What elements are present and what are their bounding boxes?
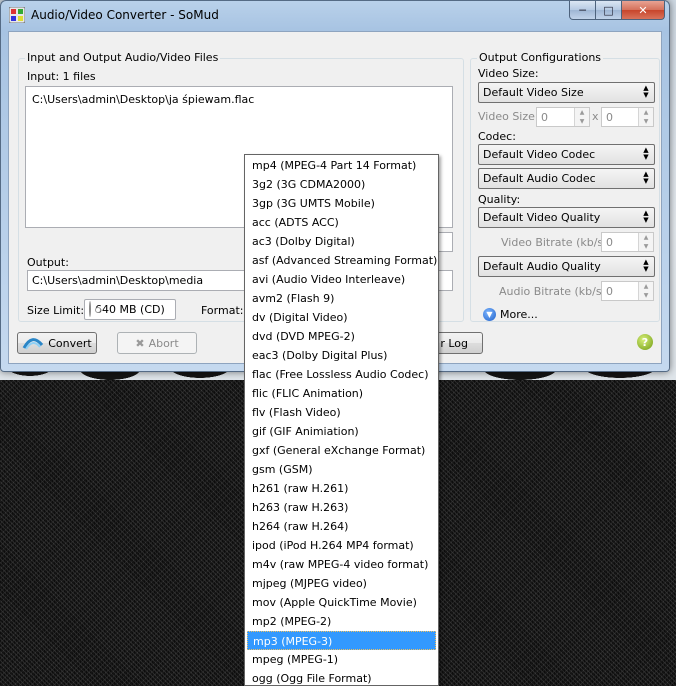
video-quality-select[interactable]: Default Video Quality ▲ ▼ [478,207,655,228]
format-option[interactable]: dvd (DVD MPEG-2) [247,327,436,346]
format-option[interactable]: mpeg (MPEG-1) [247,650,436,669]
help-label: ? [641,335,649,349]
format-option[interactable]: flic (FLIC Animation) [247,384,436,403]
maximize-button[interactable]: □ [596,1,622,20]
format-option[interactable]: ac3 (Dolby Digital) [247,232,436,251]
minimize-icon: ─ [579,3,586,17]
video-bitrate-value: 0 [606,236,613,249]
format-option[interactable]: eac3 (Dolby Digital Plus) [247,346,436,365]
video-codec-value: Default Video Codec [483,148,596,161]
format-option[interactable]: avi (Audio Video Interleave) [247,270,436,289]
output-config-label: Output Configurations [477,51,604,64]
audio-codec-select[interactable]: Default Audio Codec ▲ ▼ [478,168,655,189]
video-size-select[interactable]: Default Video Size ▲ ▼ [478,82,655,103]
audio-bitrate-label: Audio Bitrate (kb/s): [499,285,610,298]
spin-arrows-icon[interactable]: ▲ ▼ [638,233,653,251]
convert-label: Convert [48,336,92,350]
audio-codec-value: Default Audio Codec [483,172,596,185]
audio-bitrate-value: 0 [606,285,613,298]
close-icon: ✕ [638,3,648,17]
more-link[interactable]: ▼ More... [483,308,538,321]
output-label: Output: [27,256,69,269]
convert-button[interactable]: Convert [17,332,97,354]
format-option[interactable]: mp2 (MPEG-2) [247,612,436,631]
convert-icon [22,338,44,350]
video-size-sub-label: Video Size: [478,110,539,123]
video-size-value: Default Video Size [483,86,584,99]
expand-down-icon: ▼ [483,308,496,321]
updown-arrow-icon: ▲ ▼ [643,146,649,161]
format-option[interactable]: acc (ADTS ACC) [247,213,436,232]
format-option[interactable]: asf (Advanced Streaming Format) [247,251,437,270]
files-group-label: Input and Output Audio/Video Files [25,51,221,64]
video-bitrate-spinner[interactable]: 0 ▲ ▼ [601,232,654,252]
format-option[interactable]: mjpeg (MJPEG video) [247,574,436,593]
size-limit-label: Size Limit: [27,304,85,317]
format-option[interactable]: 3g2 (3G CDMA2000) [247,175,436,194]
spin-arrows-icon[interactable]: ▲ ▼ [574,108,589,126]
audio-quality-value: Default Audio Quality [483,260,601,273]
codec-label: Codec: [478,130,516,143]
close-button[interactable]: ✕ [622,1,665,20]
cd-icon [89,301,101,317]
abort-icon: ✖ [135,336,145,350]
updown-arrow-icon: ▲ ▼ [643,84,649,99]
format-option[interactable]: flac (Free Lossless Audio Codec) [247,365,436,384]
format-option[interactable]: h261 (raw H.261) [247,479,436,498]
app-icon [9,7,25,23]
video-size-label: Video Size: [478,67,539,80]
video-width-spinner[interactable]: 0 ▲ ▼ [536,107,590,127]
format-option[interactable]: h263 (raw H.263) [247,498,436,517]
size-separator: x [592,110,599,123]
format-option[interactable]: ipod (iPod H.264 MP4 format) [247,536,436,555]
video-height-spinner[interactable]: 0 ▲ ▼ [601,107,654,127]
size-limit-select[interactable]: 640 MB (CD) [84,299,176,320]
format-option[interactable]: mp4 (MPEG-4 Part 14 Format) [247,156,436,175]
audio-quality-select[interactable]: Default Audio Quality ▲ ▼ [478,256,655,277]
caption-buttons: ─ □ ✕ [569,1,665,21]
list-item[interactable]: C:\Users\admin\Desktop\ja śpiewam.flac [32,93,254,106]
format-option[interactable]: ogg (Ogg File Format) [247,669,436,685]
spin-arrows-icon[interactable]: ▲ ▼ [638,108,653,126]
format-option[interactable]: avm2 (Flash 9) [247,289,436,308]
format-option[interactable]: mp3 (MPEG-3) [247,631,436,650]
minimize-button[interactable]: ─ [569,1,596,20]
video-width-value: 0 [541,111,548,124]
updown-arrow-icon: ▲ ▼ [643,170,649,185]
more-label: More... [500,308,538,321]
size-limit-value: 640 MB (CD) [95,302,165,316]
help-icon[interactable]: ? [637,334,653,350]
format-option[interactable]: flv (Flash Video) [247,403,436,422]
format-option[interactable]: m4v (raw MPEG-4 video format) [247,555,436,574]
format-dropdown-list[interactable]: mp4 (MPEG-4 Part 14 Format) 3g2 (3G CDMA2… [244,154,439,686]
audio-bitrate-spinner[interactable]: 0 ▲ ▼ [601,281,654,301]
format-option[interactable]: gif (GIF Animiation) [247,422,436,441]
format-option[interactable]: gsm (GSM) [247,460,436,479]
abort-label: Abort [148,336,179,350]
quality-label: Quality: [478,193,521,206]
spin-arrows-icon[interactable]: ▲ ▼ [638,282,653,300]
format-option[interactable]: mov (Apple QuickTime Movie) [247,593,436,612]
video-height-value: 0 [606,111,613,124]
updown-arrow-icon: ▲ ▼ [643,209,649,224]
format-option[interactable]: h264 (raw H.264) [247,517,436,536]
video-bitrate-label: Video Bitrate (kb/s): [501,236,612,249]
format-label: Format: [201,304,244,317]
maximize-icon: □ [603,3,614,17]
abort-button[interactable]: ✖ Abort [117,332,197,354]
format-option[interactable]: gxf (General eXchange Format) [247,441,436,460]
format-option[interactable]: 3gp (3G UMTS Mobile) [247,194,436,213]
format-option[interactable]: dv (Digital Video) [247,308,436,327]
video-codec-select[interactable]: Default Video Codec ▲ ▼ [478,144,655,165]
input-count-label: Input: 1 files [27,70,96,83]
title-bar[interactable]: Audio/Video Converter - SoMud ─ □ ✕ [1,1,669,31]
show-log-label: r Log [440,336,468,350]
video-quality-value: Default Video Quality [483,211,601,224]
window-title: Audio/Video Converter - SoMud [31,8,219,22]
updown-arrow-icon: ▲ ▼ [643,258,649,273]
